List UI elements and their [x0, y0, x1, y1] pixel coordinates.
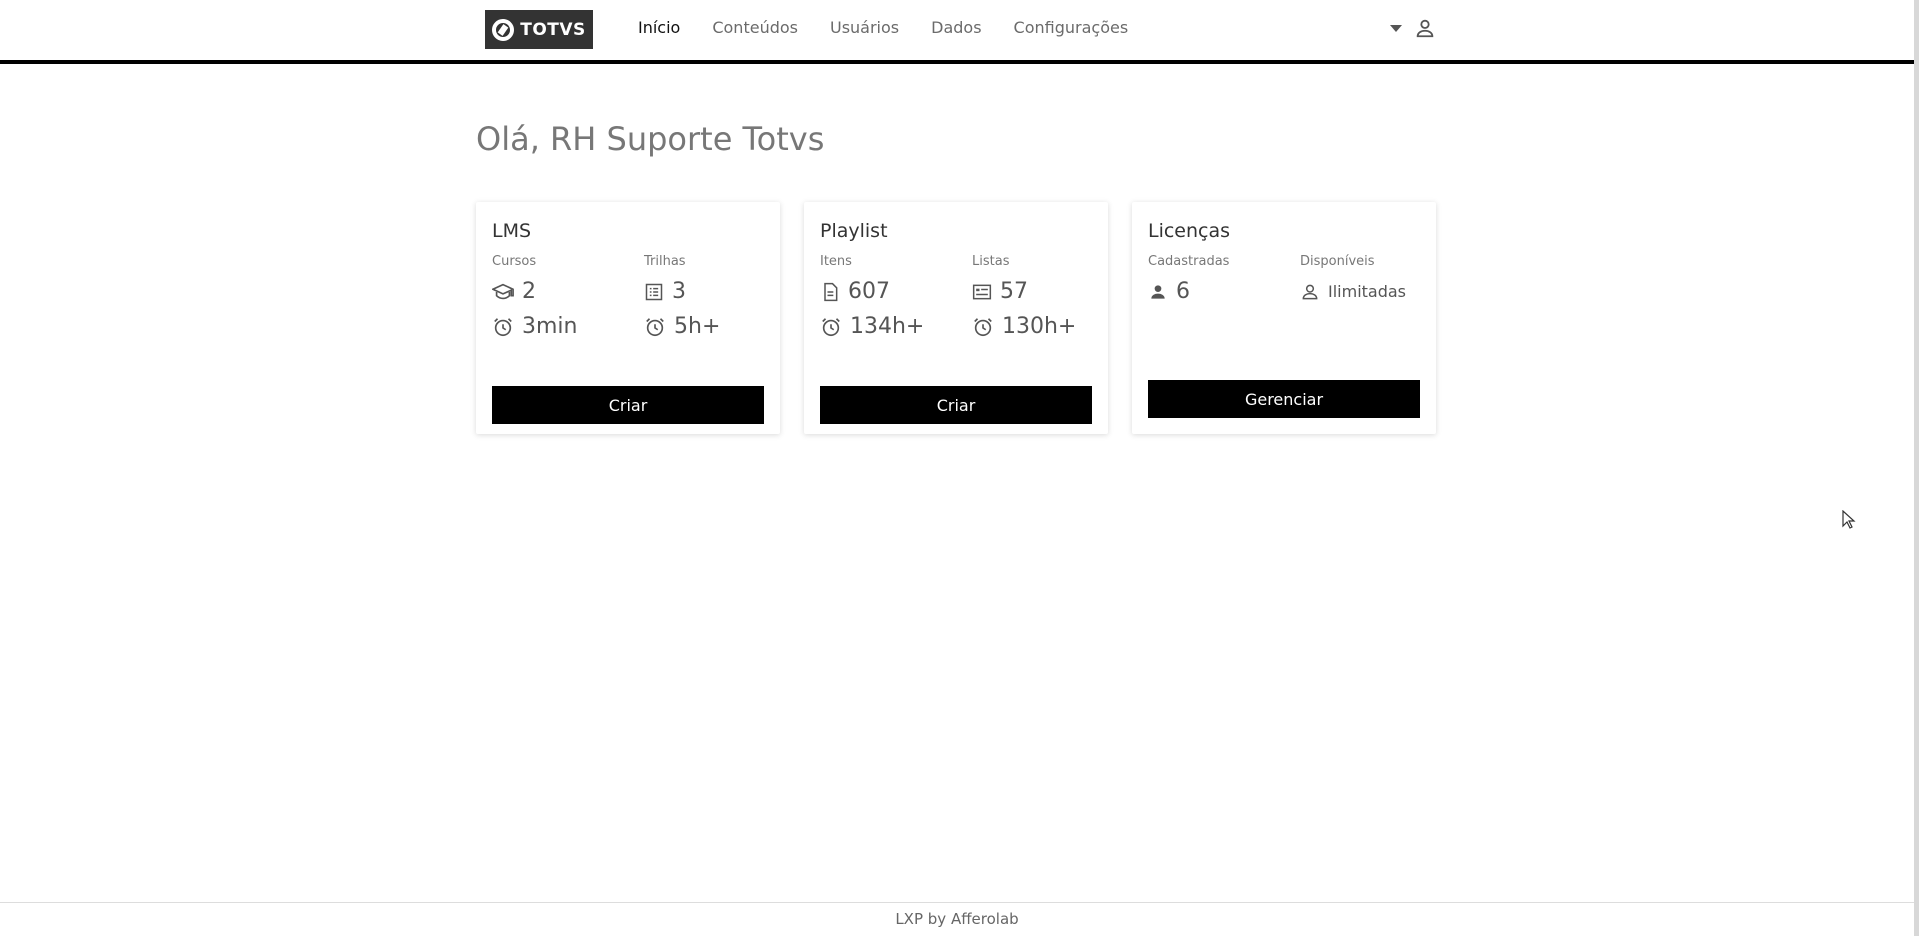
- stat-label: Trilhas: [644, 254, 686, 269]
- main-nav: Início Conteúdos Usuários Dados Configur…: [638, 18, 1128, 37]
- totvs-logo[interactable]: TOTVS: [485, 10, 593, 49]
- stat-listas-time: 130h+: [972, 314, 1092, 339]
- stat-value: 607: [848, 279, 890, 304]
- dropdown-caret-icon[interactable]: [1390, 24, 1402, 32]
- greeting-heading: Olá, RH Suporte Totvs: [476, 120, 825, 158]
- stat-itens-count: 607: [820, 279, 972, 304]
- stat-label: Cursos: [492, 254, 537, 269]
- licencas-gerenciar-button[interactable]: Gerenciar: [1148, 380, 1420, 418]
- stat-value: 3min: [522, 314, 578, 339]
- page: TOTVS Início Conteúdos Usuários Dados Co…: [0, 0, 1919, 936]
- mouse-cursor-icon: [1842, 510, 1856, 529]
- graduation-cap-icon: [492, 283, 514, 299]
- stat-trilhas-time: 5h+: [644, 314, 764, 339]
- stat-value: 130h+: [1002, 314, 1077, 339]
- stat-value: Ilimitadas: [1328, 282, 1407, 301]
- stat-value: 57: [1000, 279, 1028, 304]
- lms-criar-button[interactable]: Criar: [492, 386, 764, 424]
- alarm-clock-icon: [646, 317, 664, 336]
- person-filled-icon: [1151, 284, 1165, 299]
- nav-configuracoes[interactable]: Configurações: [1014, 18, 1129, 37]
- alarm-clock-icon: [974, 317, 992, 336]
- footer: LXP by Afferolab: [0, 902, 1914, 936]
- alarm-clock-icon: [494, 317, 512, 336]
- playlist-criar-button[interactable]: Criar: [820, 386, 1092, 424]
- stat-value: 3: [672, 279, 686, 304]
- nav-usuarios[interactable]: Usuários: [830, 18, 899, 37]
- stat-grid: Itens Listas 607 57 134h+ 130h+: [820, 254, 1092, 339]
- document-icon: [824, 282, 838, 301]
- person-outline-icon: [1302, 284, 1318, 299]
- nav-inicio[interactable]: Início: [638, 18, 680, 37]
- card-title: Playlist: [820, 220, 888, 242]
- user-menu[interactable]: [1390, 17, 1436, 39]
- stat-grid: Cadastradas Disponíveis 6 Ilimitadas: [1148, 254, 1420, 304]
- footer-text: LXP by Afferolab: [895, 910, 1019, 928]
- stat-label: Disponíveis: [1300, 254, 1375, 269]
- stat-value: 6: [1176, 279, 1190, 304]
- card-title: Licenças: [1148, 220, 1231, 242]
- logo-text: TOTVS: [520, 19, 586, 40]
- user-icon[interactable]: [1414, 17, 1436, 39]
- playlist-card: Playlist Itens Listas 607 57 134h+ 130h+…: [804, 202, 1108, 434]
- stat-listas-count: 57: [972, 279, 1092, 304]
- stat-cadastradas: 6: [1148, 279, 1300, 304]
- scrollbar[interactable]: [1914, 0, 1919, 936]
- stat-itens-time: 134h+: [820, 314, 972, 339]
- stat-disponiveis: Ilimitadas: [1300, 279, 1420, 304]
- licencas-card: Licenças Cadastradas Disponíveis 6 Ilimi…: [1132, 202, 1436, 434]
- lms-card: LMS Cursos Trilhas 2 3 3min 5h+ Criar: [476, 202, 780, 434]
- list-icon: [645, 283, 663, 300]
- stat-value: 2: [522, 279, 536, 304]
- totvs-logo-icon: [492, 18, 515, 41]
- stat-label: Itens: [820, 254, 852, 269]
- stat-grid: Cursos Trilhas 2 3 3min 5h+: [492, 254, 764, 339]
- stat-value: 5h+: [674, 314, 721, 339]
- alarm-clock-icon: [822, 317, 840, 336]
- checklist-icon: [972, 284, 992, 299]
- stat-label: Cadastradas: [1148, 254, 1230, 269]
- stat-cursos-time: 3min: [492, 314, 644, 339]
- nav-dados[interactable]: Dados: [931, 18, 981, 37]
- stat-trilhas-count: 3: [644, 279, 764, 304]
- stat-cursos-count: 2: [492, 279, 644, 304]
- nav-conteudos[interactable]: Conteúdos: [712, 18, 798, 37]
- stat-value: 134h+: [850, 314, 925, 339]
- stat-label: Listas: [972, 254, 1010, 269]
- top-navbar: TOTVS Início Conteúdos Usuários Dados Co…: [0, 0, 1914, 64]
- card-title: LMS: [492, 220, 532, 242]
